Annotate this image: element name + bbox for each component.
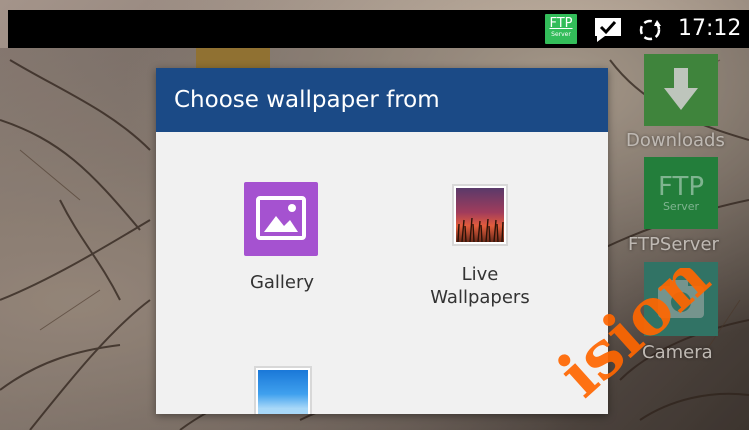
watermark: ision (545, 268, 724, 412)
wallpapers-icon (254, 366, 312, 414)
wallpapers-thumbnail (258, 370, 308, 414)
watermark-text: ision (545, 268, 724, 412)
status-bar: FTP Server 17:12 (8, 10, 749, 48)
grass-silhouette (457, 217, 504, 242)
live-wallpaper-thumbnail (456, 188, 504, 242)
chat-check-icon (595, 18, 621, 42)
dialog-title: Choose wallpaper from (174, 87, 440, 113)
dialog-header: Choose wallpaper from (156, 68, 608, 132)
ftp-server-status-icon: FTP Server (545, 14, 577, 44)
gallery-picture-glyph (256, 196, 306, 240)
ftp-status-subtext: Server (551, 31, 571, 38)
status-time: 17:12 (678, 16, 742, 41)
gallery-label: Gallery (249, 272, 315, 293)
sync-icon (639, 19, 661, 41)
gallery-icon (244, 182, 318, 256)
wallpapers-option[interactable] (200, 364, 364, 414)
live-wallpapers-icon (452, 184, 508, 246)
ftp-status-text: FTP (549, 16, 573, 31)
gallery-option[interactable]: Gallery (200, 176, 364, 316)
